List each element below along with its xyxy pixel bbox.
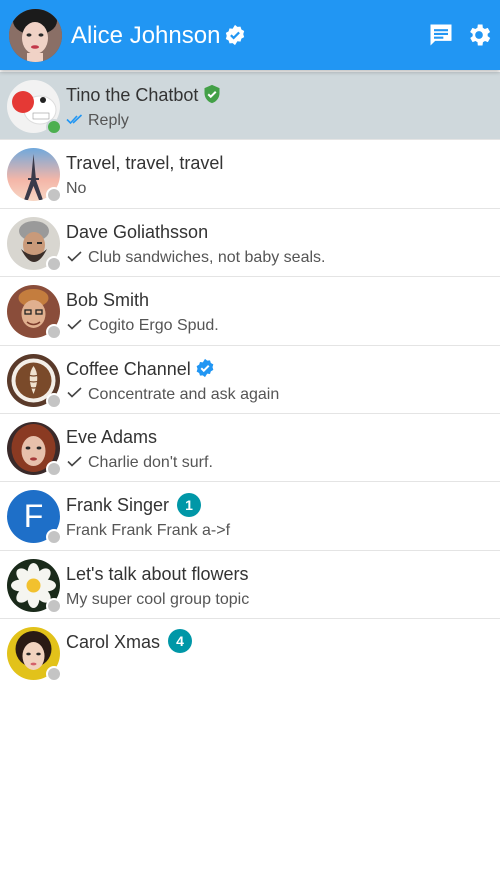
check-icon — [67, 387, 82, 398]
contact-row-dave[interactable]: Dave Goliathsson Club sandwiches, not ba… — [0, 209, 500, 278]
contact-name: Coffee Channel — [66, 358, 215, 380]
contact-name: Carol Xmas 4 — [66, 629, 193, 655]
offline-status-dot — [46, 666, 62, 683]
message-preview-text: Cogito Ergo Spud. — [88, 317, 219, 335]
offline-status-dot — [46, 392, 62, 409]
contact-name: Travel, travel, travel — [66, 153, 224, 174]
online-status-dot — [46, 119, 62, 135]
verified-badge-icon — [204, 85, 220, 104]
message-preview-text: No — [66, 180, 87, 198]
contact-name: Bob Smith — [66, 290, 150, 311]
unread-count-badge: 1 — [177, 492, 202, 517]
contact-name: Tino the Chatbot — [66, 84, 222, 106]
contact-row-frank[interactable]: F Frank Singer 1 Frank Frank Frank a->f — [0, 482, 500, 551]
verified-badge-icon — [226, 24, 245, 45]
app-header: Alice Johnson — [0, 0, 500, 70]
contact-row-carol[interactable]: Carol Xmas 4 — [0, 619, 500, 687]
contact-row-flowers[interactable]: Let's talk about flowers My super cool g… — [0, 551, 500, 620]
message-preview: Frank Frank Frank a->f — [66, 521, 230, 541]
contact-name: Let's talk about flowers — [66, 563, 249, 584]
contact-name: Dave Goliathsson — [66, 221, 209, 242]
offline-status-dot — [46, 597, 62, 614]
double-check-icon — [66, 114, 83, 124]
settings-button[interactable] — [465, 21, 493, 49]
check-icon — [67, 456, 82, 467]
message-preview-text: Concentrate and ask again — [88, 385, 280, 403]
offline-status-dot — [46, 460, 62, 477]
check-icon — [67, 250, 82, 262]
verified-badge-icon — [196, 358, 214, 377]
unread-count-badge: 4 — [168, 629, 193, 654]
contact-row-coffee[interactable]: Coffee Channel Concentrate and ask again — [0, 346, 500, 414]
offline-status-dot — [46, 324, 62, 341]
contact-row-tino[interactable]: Tino the Chatbot Reply — [0, 72, 500, 141]
message-preview-text: Charlie don't surf. — [88, 453, 213, 471]
contact-name: Frank Singer 1 — [66, 492, 202, 518]
contact-name-text: Tino the Chatbot — [66, 85, 199, 105]
contact-row-bob[interactable]: Bob Smith Cogito Ergo Spud. — [0, 277, 500, 346]
message-preview: Reply — [66, 111, 129, 131]
offline-status-dot — [46, 187, 62, 204]
message-preview: Concentrate and ask again — [66, 385, 279, 405]
header-title-text: Alice Johnson — [71, 22, 221, 49]
contact-list: Tino the Chatbot Reply Travel, travel, t… — [0, 72, 500, 688]
chat-icon — [430, 24, 452, 46]
offline-status-dot — [46, 529, 62, 546]
check-icon — [67, 319, 82, 330]
gear-icon — [470, 24, 491, 46]
contact-row-eve[interactable]: Eve Adams Charlie don't surf. — [0, 414, 500, 483]
header-title: Alice Johnson — [71, 21, 246, 51]
contact-row-travel[interactable]: Travel, travel, travel No — [0, 140, 500, 209]
message-preview: My super cool group topic — [66, 590, 249, 610]
message-preview-text: My super cool group topic — [66, 590, 250, 608]
contact-name-text: Carol Xmas — [66, 632, 161, 653]
message-preview-text: Reply — [88, 112, 129, 129]
message-preview: Charlie don't surf. — [66, 453, 213, 473]
message-preview: Cogito Ergo Spud. — [66, 316, 219, 336]
new-chat-button[interactable] — [427, 21, 455, 49]
message-preview: Club sandwiches, not baby seals. — [66, 248, 325, 268]
contact-name: Eve Adams — [66, 426, 158, 447]
message-preview: No — [66, 179, 86, 199]
contact-name-text: Coffee Channel — [66, 358, 191, 379]
contact-name-text: Frank Singer — [66, 495, 170, 516]
offline-status-dot — [46, 255, 62, 272]
message-preview-text: Club sandwiches, not baby seals. — [88, 248, 326, 266]
my-avatar[interactable] — [9, 9, 62, 62]
message-preview-text: Frank Frank Frank a->f — [66, 522, 231, 540]
